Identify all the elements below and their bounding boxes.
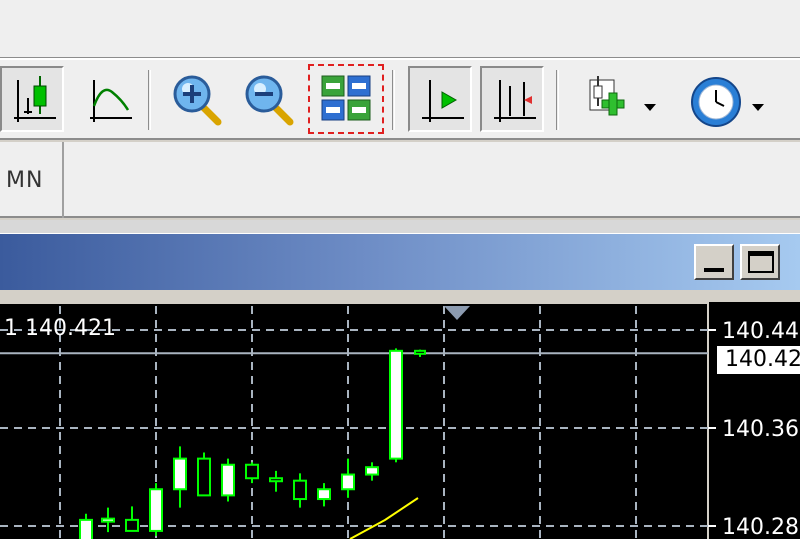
line-chart-icon xyxy=(90,80,132,122)
candle-body xyxy=(79,518,93,539)
candle-body xyxy=(269,477,283,483)
candle-body xyxy=(221,463,235,497)
candle-body xyxy=(197,457,211,497)
timeframe-mn-label: MN xyxy=(6,168,44,193)
candle-body xyxy=(101,517,115,523)
candle-body xyxy=(414,349,426,355)
chart-shift-marker xyxy=(444,306,470,320)
auto-scroll-icon xyxy=(494,80,536,122)
bid-price-label: 140.42 xyxy=(725,347,800,372)
chevron-down-icon[interactable] xyxy=(644,104,656,111)
toolbar-separator xyxy=(556,70,559,130)
candle-body xyxy=(317,488,331,501)
maximize-button[interactable] xyxy=(740,244,780,280)
tile-windows-button[interactable] xyxy=(308,64,384,134)
candle-body xyxy=(245,463,259,480)
chart-info-text: 1 140.421 xyxy=(4,316,116,341)
moving-average-line xyxy=(349,497,419,539)
timeframe-bar: MN xyxy=(0,142,800,218)
chart-canvas: 140.44 140.36 140.28 xyxy=(0,302,799,539)
toolbar-separator xyxy=(392,70,395,130)
tile-windows-icon xyxy=(321,75,371,121)
candle-body xyxy=(125,518,139,532)
minimize-button[interactable] xyxy=(694,244,734,280)
zoom-out-button[interactable] xyxy=(238,66,302,132)
chart-shift-icon xyxy=(422,80,464,122)
bid-price-box: 140.42 xyxy=(716,345,800,375)
chart-window-titlebar xyxy=(0,234,800,290)
price-chart[interactable]: 140.44 140.36 140.28 1 140.421 140.42 xyxy=(0,302,800,539)
chevron-down-icon[interactable] xyxy=(752,104,764,111)
trading-terminal-window: MN 140.44 140.36 140.28 1 140.421 140.42 xyxy=(0,0,800,539)
price-axis-label: 140.28 xyxy=(722,515,799,539)
candlestick-icon xyxy=(14,76,56,122)
menu-area xyxy=(0,0,800,60)
zoom-out-icon xyxy=(245,75,294,126)
price-axis-label: 140.44 xyxy=(722,319,799,344)
auto-scroll-button[interactable] xyxy=(480,66,544,132)
indicators-button[interactable] xyxy=(576,66,660,132)
maximize-icon xyxy=(748,251,774,273)
clock-icon xyxy=(691,77,741,127)
add-indicator-icon xyxy=(589,76,625,116)
zoom-in-icon xyxy=(173,75,222,126)
chart-toolbar xyxy=(0,60,800,140)
candle-body xyxy=(149,488,163,532)
candle-body xyxy=(173,457,187,491)
price-axis-label: 140.36 xyxy=(722,417,799,442)
candlestick-chart-button[interactable] xyxy=(0,66,64,132)
zoom-in-button[interactable] xyxy=(166,66,230,132)
candle-body xyxy=(365,466,379,476)
line-chart-button[interactable] xyxy=(78,66,142,132)
mdi-gap xyxy=(0,220,800,234)
periods-button[interactable] xyxy=(684,66,770,132)
candle-body xyxy=(389,349,403,460)
minimize-icon xyxy=(704,268,724,272)
chart-shift-button[interactable] xyxy=(408,66,472,132)
candle-body xyxy=(293,479,307,501)
candle-body xyxy=(341,473,355,491)
toolbar-separator xyxy=(148,70,151,130)
timeframe-mn-button[interactable]: MN xyxy=(0,142,64,218)
